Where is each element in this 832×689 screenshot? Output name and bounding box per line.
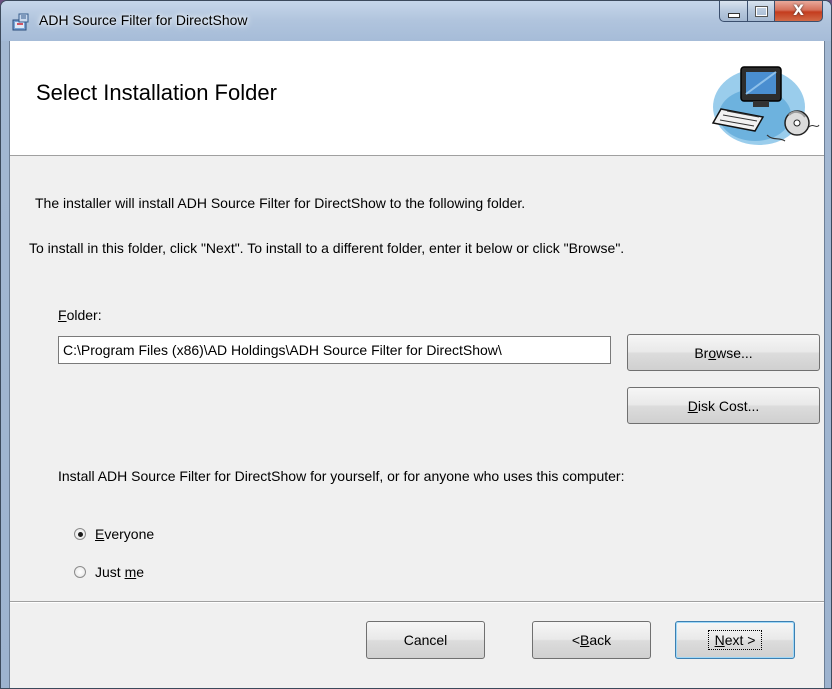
next-focus-rect: Next > xyxy=(707,630,763,650)
back-label-pre: < xyxy=(571,632,581,648)
close-icon: X xyxy=(793,3,804,19)
folder-label-accelerator: F xyxy=(58,307,67,323)
radio-everyone-label: Everyone xyxy=(95,526,154,542)
radio-just-me-circle[interactable] xyxy=(74,566,86,578)
intro-text-line2: To install in this folder, click "Next".… xyxy=(29,240,625,256)
browse-label-post: wse... xyxy=(716,344,753,361)
computer-cd-graphic xyxy=(711,66,820,145)
window-title: ADH Source Filter for DirectShow xyxy=(39,12,248,28)
back-label-post: ack xyxy=(589,632,612,648)
back-label-accelerator: B xyxy=(580,632,590,648)
maximize-button[interactable] xyxy=(748,1,775,22)
browse-label-accelerator: o xyxy=(708,344,717,361)
footer-divider xyxy=(10,601,824,603)
radio-just-me-pre: Just xyxy=(95,564,125,580)
radio-selected-dot xyxy=(77,531,83,537)
disk-cost-button[interactable]: Disk Cost... xyxy=(627,387,820,424)
disk-cost-label-accelerator: D xyxy=(687,397,698,414)
minimize-icon xyxy=(727,12,740,18)
close-button[interactable]: X xyxy=(775,1,823,22)
next-button[interactable]: Next > xyxy=(675,621,795,659)
radio-just-me-post: e xyxy=(136,564,145,580)
radio-everyone-accelerator: E xyxy=(95,526,105,542)
browse-label-pre: Br xyxy=(694,344,709,361)
next-label-accelerator: N xyxy=(714,632,725,648)
folder-label: Folder: xyxy=(58,307,102,323)
next-label-post: ext > xyxy=(724,632,756,648)
header-banner: Select Installation Folder xyxy=(10,41,824,156)
radio-everyone-text: veryone xyxy=(104,526,155,542)
radio-just-me-accelerator: m xyxy=(124,564,137,580)
minimize-button[interactable] xyxy=(719,1,748,22)
caption-buttons: X xyxy=(719,1,823,23)
back-button[interactable]: < Back xyxy=(532,621,651,659)
installer-icon xyxy=(12,13,29,31)
folder-label-text: older: xyxy=(66,307,102,323)
radio-just-me[interactable]: Just me xyxy=(74,564,144,580)
dialog-client-area: Select Installation Folder The installer… xyxy=(9,41,825,688)
intro-text-line1: The installer will install ADH Source Fi… xyxy=(35,195,526,211)
folder-path-input[interactable] xyxy=(58,336,611,364)
radio-everyone[interactable]: Everyone xyxy=(74,526,154,542)
cancel-button[interactable]: Cancel xyxy=(366,621,485,659)
disk-cost-label-post: isk Cost... xyxy=(697,397,760,414)
installer-window: ADH Source Filter for DirectShow X Selec… xyxy=(0,0,832,689)
maximize-icon xyxy=(754,5,768,17)
radio-everyone-circle[interactable] xyxy=(74,528,86,540)
install-for-prompt: Install ADH Source Filter for DirectShow… xyxy=(58,468,625,484)
title-bar[interactable]: ADH Source Filter for DirectShow X xyxy=(1,1,831,41)
page-title: Select Installation Folder xyxy=(36,80,277,105)
browse-button[interactable]: Br o wse... xyxy=(627,334,820,371)
radio-just-me-label: Just me xyxy=(95,564,144,580)
